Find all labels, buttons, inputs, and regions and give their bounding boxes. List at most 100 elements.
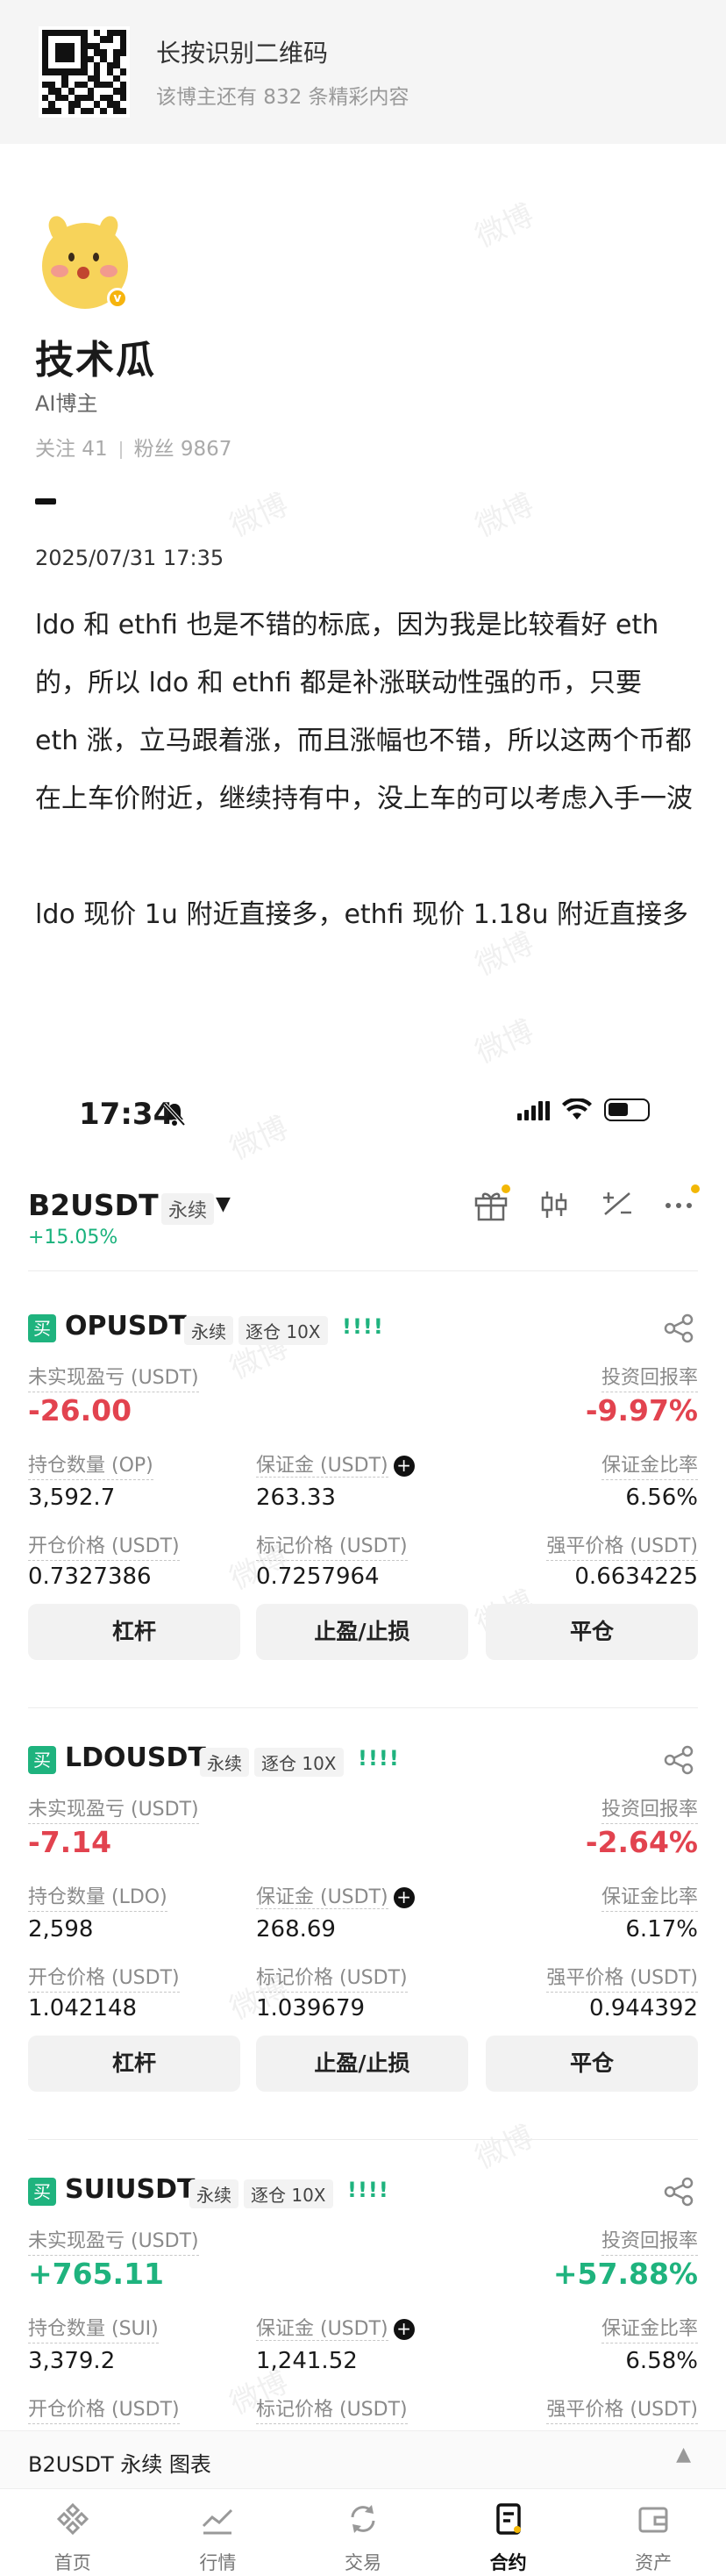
nav-label: 资产 [635, 2552, 673, 2573]
leverage-button[interactable]: 杠杆 [28, 2036, 240, 2092]
username[interactable]: 技术瓜 [35, 328, 156, 384]
divider [119, 440, 122, 459]
watermark: 微博 [470, 197, 539, 255]
roi-label: 投资回报率 [601, 2225, 698, 2256]
nav-assets[interactable]: 资产 [580, 2489, 726, 2576]
tpsl-button[interactable]: 止盈/止损 [256, 1604, 468, 1660]
margin-mode-tag[interactable]: 逐仓 10X [238, 1316, 328, 1345]
margin-value: 1,241.52 [256, 2348, 358, 2374]
divider [28, 1270, 698, 1271]
margin-value: 268.69 [256, 1916, 336, 1943]
pair-name[interactable]: B2USDT [28, 1188, 159, 1222]
entry-price-label: 开仓价格 (USDT) [28, 1962, 180, 1993]
perpetual-tag: 永续 [189, 2179, 238, 2208]
share-icon[interactable] [663, 1313, 694, 1344]
share-icon[interactable] [663, 2176, 694, 2207]
add-margin-icon[interactable]: + [393, 1456, 415, 1477]
close-position-button[interactable]: 平仓 [486, 2036, 698, 2092]
post-date: 2025/07/31 17:35 [35, 546, 224, 570]
user-role: AI博主 [35, 391, 98, 416]
share-icon[interactable] [663, 1744, 694, 1776]
nav-futures[interactable]: 合约 [436, 2489, 581, 2576]
pair-header: B2USDT 永续 ▼ +15.05% [0, 1176, 726, 1256]
roi-label: 投资回报率 [601, 1793, 698, 1824]
margin-ratio-label: 保证金比率 [601, 1881, 698, 1912]
position-card: 买 LDOUSDT 永续 逐仓 10X !!!! 未实现盈亏 (USDT) 投资… [0, 1732, 726, 2162]
qr-banner[interactable]: 长按识别二维码 该博主还有 832 条精彩内容 [0, 0, 726, 144]
bell-muted-icon [163, 1102, 186, 1132]
trade-swap-icon [290, 2501, 436, 2542]
divider [28, 1707, 698, 1708]
pair-change: +15.05% [28, 1227, 118, 1249]
post-paragraph: ldo 现价 1u 附近直接多，ethfi 现价 1.18u 附近直接多 [35, 899, 688, 930]
nav-trade[interactable]: 交易 [290, 2489, 436, 2576]
nav-home[interactable]: 首页 [0, 2489, 146, 2576]
adl-indicator: !!!! [347, 2178, 389, 2202]
margin-mode-tag[interactable]: 逐仓 10X [244, 2179, 333, 2208]
unrealized-pnl: -7.14 [28, 1825, 112, 1859]
tpsl-button[interactable]: 止盈/止损 [256, 2036, 468, 2092]
nav-label: 首页 [53, 2552, 91, 2573]
unrealized-pnl: -26.00 [28, 1393, 132, 1428]
position-symbol[interactable]: OPUSDT [65, 1311, 187, 1342]
following-count[interactable]: 关注 41 [35, 432, 108, 462]
bottom-nav: 首页 行情 交易 合约 资产 [0, 2488, 726, 2576]
buy-badge: 买 [28, 1314, 56, 1342]
roi-value: -9.97% [585, 1393, 698, 1428]
notification-dot [691, 1184, 700, 1193]
unrealized-pnl: +765.11 [28, 2257, 164, 2291]
more-icon[interactable] [659, 1188, 698, 1223]
add-margin-icon[interactable]: + [393, 1887, 415, 1908]
chart-bar[interactable]: B2USDT 永续 图表 ▲ [0, 2430, 726, 2488]
roi-label: 投资回报率 [601, 1362, 698, 1392]
avatar[interactable]: v [35, 213, 132, 314]
buy-badge: 买 [28, 1746, 56, 1774]
unrealized-pnl-label: 未实现盈亏 (USDT) [28, 1793, 199, 1824]
nav-market[interactable]: 行情 [146, 2489, 291, 2576]
wifi-icon [562, 1098, 592, 1120]
perpetual-tag: 永续 [200, 1748, 249, 1777]
market-chart-icon [146, 2501, 291, 2542]
margin-ratio-label: 保证金比率 [601, 2313, 698, 2343]
notification-dot [502, 1184, 510, 1193]
fans-count[interactable]: 粉丝 9867 [134, 432, 232, 462]
quantity-label: 持仓数量 (LDO) [28, 1881, 167, 1912]
leverage-button[interactable]: 杠杆 [28, 1604, 240, 1660]
liq-price-label: 强平价格 (USDT) [546, 1530, 698, 1561]
battery-icon [604, 1098, 650, 1121]
entry-price-value: 1.042148 [28, 1995, 138, 2021]
adl-indicator: !!!! [358, 1746, 400, 1771]
liq-price-value: 0.6634225 [574, 1563, 698, 1590]
qr-code-icon[interactable] [39, 26, 130, 118]
gift-icon[interactable] [472, 1188, 510, 1223]
status-bar: 17:34 [0, 1084, 726, 1146]
position-symbol[interactable]: SUIUSDT [65, 2174, 195, 2205]
margin-ratio-label: 保证金比率 [601, 1449, 698, 1480]
caret-down-icon[interactable]: ▼ [216, 1193, 231, 1215]
verified-v-icon: v [107, 288, 128, 309]
pair-type-tag: 永续 [161, 1193, 215, 1225]
margin-mode-tag[interactable]: 逐仓 10X [254, 1748, 344, 1777]
mark-price-label: 标记价格 (USDT) [256, 1962, 408, 1993]
post-body: ldo 和 ethfi 也是不错的标底，因为我是比较看好 eth 的，所以 ld… [35, 597, 693, 944]
liq-price-label: 强平价格 (USDT) [546, 2394, 698, 2424]
candlestick-icon[interactable] [535, 1188, 573, 1223]
qr-title: 长按识别二维码 [156, 39, 329, 68]
liq-price-label: 强平价格 (USDT) [546, 1962, 698, 1993]
entry-price-label: 开仓价格 (USDT) [28, 1530, 180, 1561]
unrealized-pnl-label: 未实现盈亏 (USDT) [28, 2225, 199, 2256]
divider [35, 498, 56, 504]
watermark: 微博 [224, 487, 294, 545]
nav-label: 行情 [199, 2552, 237, 2573]
add-margin-icon[interactable]: + [393, 2319, 415, 2340]
calculator-icon[interactable] [598, 1188, 637, 1223]
caret-up-icon[interactable]: ▲ [676, 2444, 691, 2465]
nav-label: 交易 [344, 2552, 381, 2573]
position-symbol[interactable]: LDOUSDT [65, 1742, 206, 1773]
adl-indicator: !!!! [342, 1314, 384, 1339]
post-paragraph: ldo 和 ethfi 也是不错的标底，因为我是比较看好 eth 的，所以 ld… [35, 610, 693, 814]
chart-bar-label: B2USDT 永续 图表 [28, 2452, 211, 2477]
close-position-button[interactable]: 平仓 [486, 1604, 698, 1660]
quantity-label: 持仓数量 (OP) [28, 1449, 153, 1480]
margin-value: 263.33 [256, 1485, 336, 1511]
